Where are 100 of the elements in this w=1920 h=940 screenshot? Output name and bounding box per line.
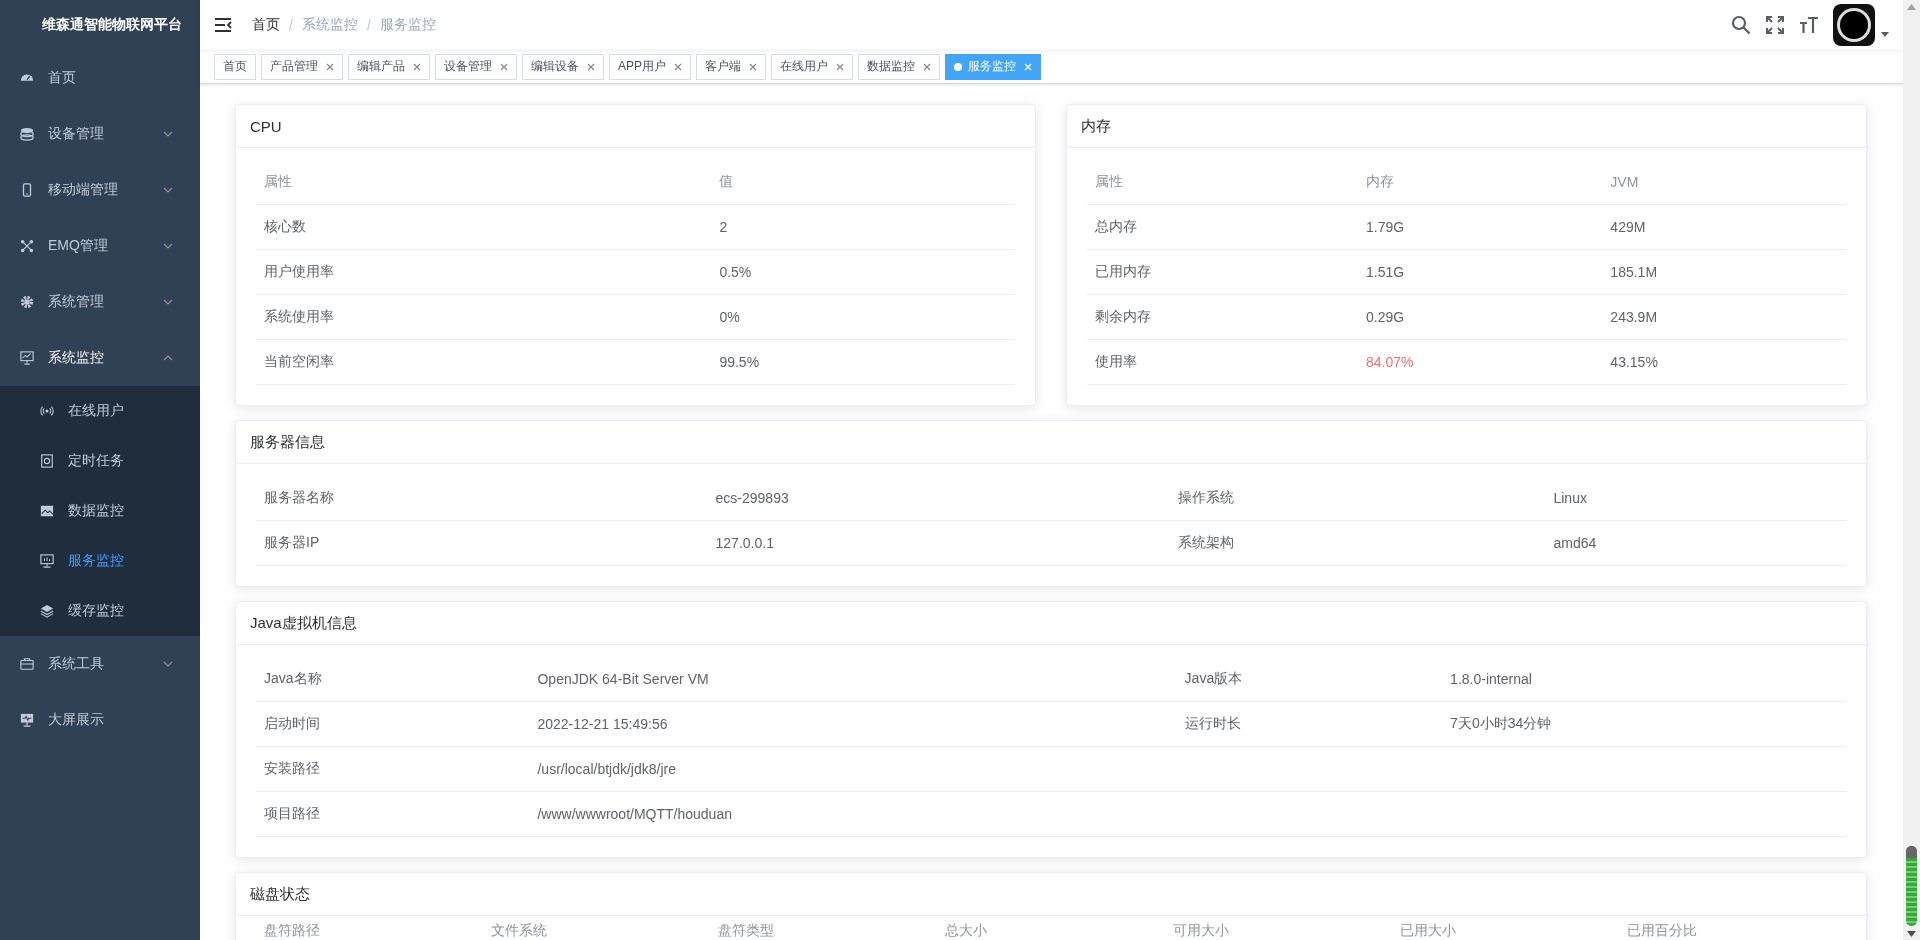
table-cell-text: 429M [1609,219,1647,235]
submenu-item[interactable]: 定时任务 [0,436,200,486]
column-header: 总大小 [944,922,989,940]
scroll-down-icon[interactable] [1907,931,1916,937]
tab[interactable]: 编辑产品 [348,53,430,80]
close-icon[interactable] [413,62,421,71]
close-icon[interactable] [836,62,844,71]
column-header: 属性 [1094,173,1124,191]
table-cell-text: /usr/local/btjdk/jdk8/jre [536,761,677,777]
table-cell-text: 99.5% [718,354,761,370]
phone-icon [20,183,34,197]
menu-item[interactable]: 系统工具 [0,636,200,692]
tab[interactable]: 设备管理 [435,53,517,80]
search-icon[interactable] [1731,15,1751,35]
scrollbar-thumb[interactable] [1906,846,1917,926]
submenu-item[interactable]: 服务监控 [0,536,200,586]
table-cell-text: 2 [718,219,729,235]
close-icon[interactable] [587,62,595,71]
fullscreen-icon[interactable] [1765,15,1785,35]
menu-item[interactable]: 系统管理 [0,274,200,330]
table-cell-text: 操作系统 [1177,489,1236,507]
submenu-item[interactable]: 缓存监控 [0,586,200,636]
table-cell-text: 核心数 [263,218,307,236]
column-header: 盘符类型 [717,922,776,940]
table-cell-text: 127.0.0.1 [714,535,775,551]
menu-item[interactable]: 移动端管理 [0,162,200,218]
breadcrumb-separator: / [289,17,293,33]
table-cell-text: 剩余内存 [1094,308,1152,326]
table-cell-text: 0% [718,309,741,325]
menu-item[interactable]: 首页 [0,50,200,106]
column-header: 内存 [1364,173,1395,191]
menu-item[interactable]: 系统监控 [0,330,200,386]
table-cell-text: 2022-12-21 15:49:56 [536,716,669,732]
close-icon[interactable] [749,62,757,71]
table-cell-text: 1.51G [1364,264,1406,280]
scroll-up-icon[interactable] [1907,4,1916,10]
scrollbar[interactable] [1903,0,1920,940]
table-cell-text: 安装路径 [263,760,321,778]
card-title: 服务器信息 [236,421,1866,464]
monitor-chart-icon [20,351,34,365]
tab[interactable]: 编辑设备 [522,53,604,80]
column-header: 已用大小 [1398,922,1457,940]
column-header: 文件系统 [490,922,549,940]
card-title: Java虚拟机信息 [236,602,1866,645]
tab[interactable]: 客户端 [696,53,766,80]
active-dot [954,62,962,71]
app-title: 维森通智能物联网平台 [42,16,182,34]
broadcast-icon [40,404,54,418]
avatar[interactable] [1833,4,1875,46]
close-icon[interactable] [923,62,931,71]
table-cell-text: 用户使用率 [263,263,335,281]
menu-item[interactable]: 大屏展示 [0,692,200,748]
table-cell-text: 运行时长 [1183,715,1242,733]
table-cell-text: 1.8.0-internal [1449,671,1533,687]
table-cell-text: OpenJDK 64-Bit Server VM [536,671,710,687]
close-icon[interactable] [674,62,682,71]
table-cell-text: 项目路径 [263,805,321,823]
breadcrumb-item: 服务监控 [379,16,436,34]
breadcrumb-item[interactable]: 首页 [252,16,280,34]
submenu-item[interactable]: 数据监控 [0,486,200,536]
table-cell-text: 243.9M [1609,309,1659,325]
table-cell-text: amd64 [1552,535,1598,551]
table-cell-text: 系统架构 [1177,534,1236,552]
caret-icon[interactable] [1881,32,1889,38]
tab[interactable]: 产品管理 [261,53,343,80]
card-title: 磁盘状态 [236,873,1866,916]
table-cell-text: 使用率 [1094,353,1138,371]
card-title: 内存 [1067,105,1866,148]
column-header: 已用百分比 [1625,922,1698,940]
nodes-icon [20,239,34,253]
close-icon[interactable] [326,62,334,71]
table-cell-text: 服务器名称 [263,489,335,507]
table-cell-text: 服务器IP [263,534,321,552]
table-cell-text: Linux [1552,490,1588,506]
table-cell-text: Java名称 [263,670,323,688]
table-cell-text: 43.15% [1609,354,1659,370]
tab[interactable]: 在线用户 [771,53,853,80]
table-cell-text: 1.79G [1364,219,1406,235]
table-cell-text: 系统使用率 [263,308,335,326]
close-icon[interactable] [500,62,508,71]
menu-icon[interactable] [214,16,232,34]
menu-item[interactable]: 设备管理 [0,106,200,162]
table-cell-text: 185.1M [1609,264,1659,280]
table-cell-text: 启动时间 [263,715,321,733]
gear-icon [20,295,34,309]
table-cell-text: 0.29G [1364,309,1406,325]
tab[interactable]: APP用户 [609,53,691,80]
column-header: 值 [718,173,735,191]
layers-icon [20,127,34,141]
text-size-icon[interactable] [1799,15,1819,35]
submenu-item[interactable]: 在线用户 [0,386,200,436]
table-cell-text: Java版本 [1183,670,1244,688]
tab[interactable]: 数据监控 [858,53,940,80]
screen-icon [20,713,34,727]
briefcase-icon [20,657,34,671]
menu-item[interactable]: EMQ管理 [0,218,200,274]
tab[interactable]: 首页 [214,53,256,80]
stack-icon [40,604,54,618]
table-cell-text: ecs-299893 [714,490,790,506]
table-cell-text: 总内存 [1094,218,1138,236]
